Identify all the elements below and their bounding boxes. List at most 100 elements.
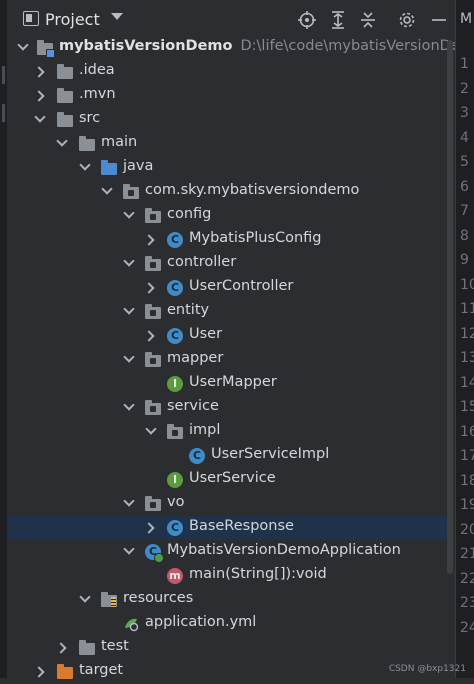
tree-item-label: MybatisPlusConfig <box>189 230 322 246</box>
line-number: 15 <box>460 399 474 415</box>
package-icon <box>123 187 139 199</box>
chevron-right-icon[interactable] <box>55 642 66 653</box>
collapse-all-icon[interactable] <box>358 10 378 30</box>
tree-row-java[interactable]: java <box>7 156 455 180</box>
strip-marker <box>2 66 5 84</box>
tree-item-label: config <box>167 206 211 222</box>
tree-row-main[interactable]: main <box>7 132 455 156</box>
line-number: 19 <box>460 497 474 513</box>
tree-row-idea[interactable]: .idea <box>7 60 455 84</box>
chevron-down-icon[interactable] <box>101 183 112 194</box>
editor-tab-letter[interactable]: M <box>460 11 472 27</box>
tree-item-label: UserController <box>189 278 293 294</box>
line-number: 20 <box>460 522 474 538</box>
tree-row-src[interactable]: src <box>7 108 455 132</box>
line-number: 18 <box>460 473 474 489</box>
tree-row-controller[interactable]: controller <box>7 252 455 276</box>
tree-row-config[interactable]: config <box>7 204 455 228</box>
tree-row-userserviceimpl[interactable]: C UserServiceImpl <box>7 444 455 468</box>
tree-row-user[interactable]: C User <box>7 324 455 348</box>
line-number: 3 <box>460 105 469 121</box>
line-number: 11 <box>460 301 474 317</box>
chevron-down-icon[interactable] <box>79 591 90 602</box>
chevron-down-icon[interactable] <box>123 399 134 410</box>
chevron-right-icon[interactable] <box>33 66 44 77</box>
hide-icon[interactable] <box>429 10 449 30</box>
tree-row-vo[interactable]: vo <box>7 492 455 516</box>
chevron-down-icon[interactable] <box>123 255 134 266</box>
chevron-down-icon[interactable] <box>56 135 67 146</box>
line-number: 2 <box>460 81 469 97</box>
tree-item-label: UserMapper <box>189 374 277 390</box>
tree-row-package-root[interactable]: com.sky.mybatisversiondemo <box>7 180 455 204</box>
chevron-right-icon[interactable] <box>143 234 154 245</box>
tree-row-mvn[interactable]: .mvn <box>7 84 455 108</box>
tree-row-main-method[interactable]: m main(String[]):void <box>7 564 455 588</box>
chevron-down-icon[interactable] <box>34 111 45 122</box>
tree-scrollbar[interactable] <box>447 40 453 574</box>
chevron-right-icon[interactable] <box>143 522 154 533</box>
locate-icon[interactable] <box>297 10 317 30</box>
tree-item-label: mapper <box>167 350 223 366</box>
tree-item-label: com.sky.mybatisversiondemo <box>145 182 359 198</box>
tree-row-entity[interactable]: entity <box>7 300 455 324</box>
chevron-down-icon[interactable] <box>123 543 134 554</box>
package-icon <box>145 307 161 319</box>
chevron-down-icon[interactable] <box>145 423 156 434</box>
folder-icon <box>57 91 73 103</box>
tree-row-mybatisplusconfig[interactable]: C MybatisPlusConfig <box>7 228 455 252</box>
chevron-down-icon[interactable] <box>79 159 90 170</box>
tree-item-label: service <box>167 398 219 414</box>
tree-row-usercontroller[interactable]: C UserController <box>7 276 455 300</box>
interface-icon: I <box>167 376 183 392</box>
tree-row-application-class[interactable]: C MybatisVersionDemoApplication <box>7 540 455 564</box>
chevron-down-icon[interactable] <box>123 495 134 506</box>
tree-row-service[interactable]: service <box>7 396 455 420</box>
chevron-right-icon[interactable] <box>143 282 154 293</box>
tree-row-test[interactable]: test <box>7 636 455 660</box>
line-number: 17 <box>460 448 474 464</box>
package-icon <box>145 355 161 367</box>
project-path: D:\life\code\mybatisVersionDemo <box>241 38 474 54</box>
tree-row-baseresponse[interactable]: C BaseResponse <box>7 516 453 540</box>
chevron-down-icon[interactable] <box>123 351 134 362</box>
tree-item-label: .mvn <box>79 86 116 102</box>
tree-item-label: .idea <box>79 62 115 78</box>
tree-row-userservice[interactable]: I UserService <box>7 468 455 492</box>
tree-row-impl[interactable]: impl <box>7 420 455 444</box>
resources-folder-icon <box>101 595 117 607</box>
chevron-right-icon[interactable] <box>33 666 44 677</box>
editor-gutter: M 12345678910111213141516171819202122232… <box>455 0 474 678</box>
expand-all-icon[interactable] <box>328 10 348 30</box>
line-number: 22 <box>460 571 474 587</box>
line-number: 14 <box>460 375 474 391</box>
settings-icon[interactable] <box>397 10 417 30</box>
project-name: mybatisVersionDemo <box>59 38 233 54</box>
tree-row-project-root[interactable]: mybatisVersionDemoD:\life\code\mybatisVe… <box>7 36 455 60</box>
tree-row-resources[interactable]: resources <box>7 588 455 612</box>
tree-item-label: UserService <box>189 470 276 486</box>
chevron-down-icon[interactable] <box>123 207 134 218</box>
package-icon <box>167 427 183 439</box>
tree-item-label: MybatisVersionDemoApplication <box>167 542 401 558</box>
chevron-down-icon[interactable] <box>123 303 134 314</box>
module-folder-icon <box>37 43 53 55</box>
tree-row-target[interactable]: target <box>7 660 455 684</box>
line-number: 21 <box>460 546 474 562</box>
tree-row-usermapper[interactable]: I UserMapper <box>7 372 455 396</box>
chevron-right-icon[interactable] <box>143 330 154 341</box>
folder-icon <box>79 643 95 655</box>
tree-item-label: User <box>189 326 222 342</box>
line-number: 13 <box>460 350 474 366</box>
chevron-right-icon[interactable] <box>33 90 44 101</box>
tree-row-application-yml[interactable]: application.yml <box>7 612 455 636</box>
project-title[interactable]: Project <box>45 10 100 29</box>
tree-item-label: test <box>101 638 129 654</box>
chevron-down-icon[interactable] <box>17 39 28 50</box>
tree-row-mapper[interactable]: mapper <box>7 348 455 372</box>
tree-item-label: src <box>79 110 100 126</box>
chevron-down-icon[interactable] <box>111 13 123 20</box>
class-icon: C <box>167 328 183 344</box>
tree-item-label: BaseResponse <box>189 518 294 534</box>
line-number: 23 <box>460 595 474 611</box>
